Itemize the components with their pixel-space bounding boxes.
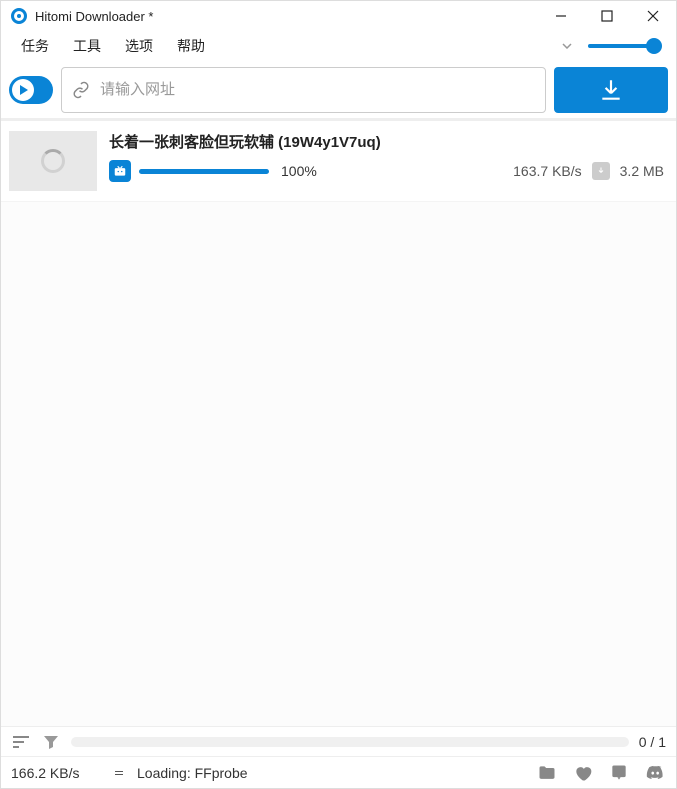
menu-dropdown-button[interactable]: [558, 37, 576, 55]
download-icon: [598, 77, 624, 103]
task-row[interactable]: 长着一张刺客脸但玩软辅 (19W4y1V7uq) 100% 163.7 KB/s…: [1, 121, 676, 202]
play-icon: [20, 85, 28, 95]
maximize-icon: [601, 10, 613, 22]
task-progress-bar: [139, 169, 269, 174]
url-input-container: [61, 67, 546, 113]
task-size: 3.2 MB: [620, 163, 664, 179]
close-button[interactable]: [630, 1, 676, 31]
loading-spinner-icon: [41, 149, 65, 173]
task-progress-percent: 100%: [281, 163, 317, 179]
speed-slider[interactable]: [588, 39, 658, 53]
bilibili-icon: [109, 160, 131, 182]
sort-icon: [12, 735, 30, 749]
toolbar: [1, 61, 676, 121]
close-icon: [647, 10, 659, 22]
footer-row-filter: 0 / 1: [1, 726, 676, 756]
status-indicator-icon: [115, 771, 123, 775]
status-text: Loading: FFprobe: [137, 765, 248, 781]
maximize-button[interactable]: [584, 1, 630, 31]
task-counter: 0 / 1: [639, 734, 666, 750]
menu-tasks[interactable]: 任务: [11, 32, 59, 60]
heart-icon: [573, 763, 593, 783]
minimize-icon: [555, 10, 567, 22]
discord-icon: [645, 763, 665, 783]
menu-tools[interactable]: 工具: [63, 32, 111, 60]
sort-button[interactable]: [11, 732, 31, 752]
task-list: 长着一张刺客脸但玩软辅 (19W4y1V7uq) 100% 163.7 KB/s…: [1, 121, 676, 726]
statusbar: 166.2 KB/s Loading: FFprobe: [1, 756, 676, 788]
url-input[interactable]: [100, 81, 535, 98]
menu-options[interactable]: 选项: [115, 32, 163, 60]
horizontal-scrollbar[interactable]: [71, 737, 629, 747]
task-thumbnail: [9, 131, 97, 191]
link-icon: [72, 81, 90, 99]
status-speed: 166.2 KB/s: [11, 765, 101, 781]
notification-icon: [609, 763, 629, 783]
favorite-button[interactable]: [572, 762, 594, 784]
folder-icon: [537, 763, 557, 783]
task-title: 长着一张刺客脸但玩软辅 (19W4y1V7uq): [109, 131, 664, 152]
app-icon: [11, 8, 27, 24]
start-pause-toggle[interactable]: [9, 76, 53, 104]
open-folder-button[interactable]: [536, 762, 558, 784]
menu-help[interactable]: 帮助: [167, 32, 215, 60]
minimize-button[interactable]: [538, 1, 584, 31]
menubar: 任务 工具 选项 帮助: [1, 31, 676, 61]
titlebar: Hitomi Downloader *: [1, 1, 676, 31]
download-button[interactable]: [554, 67, 668, 113]
disk-icon: [592, 162, 610, 180]
filter-icon: [43, 734, 59, 750]
filter-button[interactable]: [41, 732, 61, 752]
notification-button[interactable]: [608, 762, 630, 784]
window-title: Hitomi Downloader *: [35, 9, 154, 24]
task-speed: 163.7 KB/s: [513, 163, 582, 179]
discord-button[interactable]: [644, 762, 666, 784]
chevron-down-icon: [562, 43, 572, 49]
